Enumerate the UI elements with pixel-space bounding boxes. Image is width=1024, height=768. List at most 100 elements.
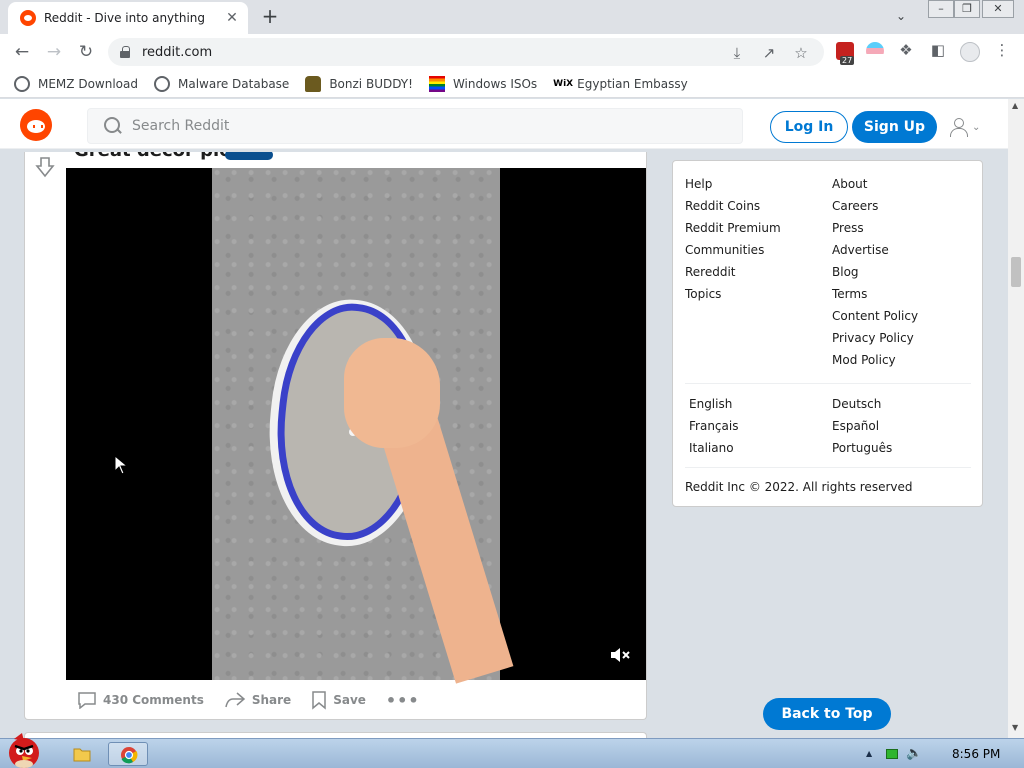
profile-avatar-icon[interactable] — [960, 42, 980, 62]
bookmark-star-icon[interactable]: ☆ — [792, 44, 810, 62]
footer-link-reddit-premium[interactable]: Reddit Premium — [685, 221, 781, 243]
language-link-francais[interactable]: Français — [689, 419, 738, 441]
footer-column-right: About Careers Press Advertise Blog Terms… — [832, 177, 918, 375]
mute-speaker-icon[interactable] — [609, 646, 631, 664]
search-icon — [104, 117, 122, 135]
restore-button[interactable]: ❐ — [954, 0, 980, 18]
forward-arrow-icon[interactable]: → — [42, 40, 66, 64]
extension-badge: 27 — [840, 56, 855, 65]
footer-link-privacy-policy[interactable]: Privacy Policy — [832, 331, 918, 353]
more-options-icon[interactable]: ••• — [386, 691, 420, 710]
footer-link-blog[interactable]: Blog — [832, 265, 918, 287]
comments-button[interactable]: 430 Comments — [77, 691, 204, 709]
bonzi-icon — [305, 75, 322, 92]
post-actions: 430 Comments Share Save ••• — [77, 688, 420, 712]
language-column-right: Deutsch Español Português — [832, 397, 892, 463]
start-button-angry-bird-icon[interactable] — [2, 729, 50, 768]
footer-link-mod-policy[interactable]: Mod Policy — [832, 353, 918, 375]
post-card[interactable]: Great decor piece 430 Comments — [24, 152, 647, 720]
address-bar[interactable]: reddit.com ⤓ ↗ ☆ — [108, 38, 824, 66]
footer-link-content-policy[interactable]: Content Policy — [832, 309, 918, 331]
search-input[interactable]: Search Reddit — [87, 108, 743, 144]
reddit-favicon-icon — [20, 10, 36, 26]
bookmark-item[interactable]: Malware Database — [153, 75, 289, 92]
menu-kebab-icon[interactable]: ⋮ — [992, 41, 1012, 59]
footer-link-communities[interactable]: Communities — [685, 243, 781, 265]
video-frame — [212, 168, 514, 684]
bookmark-item[interactable]: WiX Egyptian Embassy — [553, 76, 688, 92]
footer-link-advertise[interactable]: Advertise — [832, 243, 918, 265]
show-hidden-icons-arrow-icon[interactable]: ▲ — [866, 749, 872, 758]
language-column-left: English Français Italiano — [689, 397, 738, 463]
bookmark-item[interactable]: Windows ISOs — [428, 75, 537, 92]
globe-icon — [14, 75, 30, 92]
taskbar-chrome-button[interactable] — [108, 742, 148, 766]
reload-icon[interactable]: ↻ — [74, 40, 98, 64]
footer-link-rereddit[interactable]: Rereddit — [685, 265, 781, 287]
volume-speaker-icon[interactable]: 🔈 — [906, 746, 922, 761]
install-app-icon[interactable]: ⤓ — [728, 44, 746, 62]
language-link-espanol[interactable]: Español — [832, 419, 892, 441]
signup-button[interactable]: Sign Up — [852, 111, 937, 143]
battery-icon[interactable] — [886, 748, 899, 759]
save-button[interactable]: Save — [311, 690, 366, 710]
share-page-icon[interactable]: ↗ — [760, 44, 778, 62]
system-tray: ▲ 🔈 — [866, 746, 922, 761]
footer-link-topics[interactable]: Topics — [685, 287, 781, 309]
save-label: Save — [333, 693, 366, 707]
back-to-top-button[interactable]: Back to Top — [763, 698, 891, 730]
scroll-up-arrow-icon[interactable]: ▲ — [1012, 101, 1018, 110]
footer-link-terms[interactable]: Terms — [832, 287, 918, 309]
lock-icon[interactable] — [120, 46, 130, 58]
close-window-button[interactable]: ✕ — [982, 0, 1014, 18]
chrome-icon — [121, 747, 138, 764]
share-arrow-icon — [225, 692, 246, 708]
taskbar-explorer-button[interactable] — [62, 742, 102, 766]
post-flair-badge[interactable] — [225, 152, 273, 160]
taskbar-clock[interactable]: 8:56 PM — [952, 747, 1000, 761]
footer-link-about[interactable]: About — [832, 177, 918, 199]
wix-icon: WiX — [553, 78, 574, 89]
downvote-arrow-icon[interactable] — [35, 156, 55, 178]
rainbow-flag-icon — [428, 75, 445, 92]
footer-divider — [685, 383, 971, 384]
language-link-portugues[interactable]: Português — [832, 441, 892, 463]
user-menu-dropdown[interactable]: ⌄ — [948, 115, 988, 139]
back-arrow-icon[interactable]: ← — [10, 40, 34, 64]
bookmark-item[interactable]: MEMZ Download — [14, 75, 138, 92]
comment-bubble-icon — [78, 692, 96, 709]
footer-link-help[interactable]: Help — [685, 177, 781, 199]
tab-search-chevron-icon[interactable]: ⌄ — [896, 9, 906, 23]
footer-link-press[interactable]: Press — [832, 221, 918, 243]
pride-extension-icon[interactable] — [866, 42, 884, 60]
new-tab-button[interactable]: + — [258, 5, 282, 29]
bookmarks-bar: MEMZ Download Malware Database Bonzi BUD… — [0, 70, 1024, 98]
footer-links-card: Help Reddit Coins Reddit Premium Communi… — [672, 160, 983, 507]
bookmark-item[interactable]: Bonzi BUDDY! — [305, 75, 413, 92]
hand — [344, 338, 440, 448]
extensions-puzzle-icon[interactable]: ❖ — [896, 41, 916, 59]
login-button[interactable]: Log In — [770, 111, 848, 143]
scroll-down-arrow-icon[interactable]: ▼ — [1012, 723, 1018, 732]
scroll-thumb[interactable] — [1011, 257, 1021, 287]
footer-column-left: Help Reddit Coins Reddit Premium Communi… — [685, 177, 781, 309]
footer-link-reddit-coins[interactable]: Reddit Coins — [685, 199, 781, 221]
language-link-italiano[interactable]: Italiano — [689, 441, 738, 463]
globe-icon — [153, 75, 170, 92]
bookmark-label: Egyptian Embassy — [577, 76, 688, 91]
windows-taskbar: ▲ 🔈 8:56 PM — [0, 733, 1024, 768]
footer-link-careers[interactable]: Careers — [832, 199, 918, 221]
browser-tab[interactable]: Reddit - Dive into anything ✕ — [8, 2, 248, 34]
language-link-deutsch[interactable]: Deutsch — [832, 397, 892, 419]
copyright-text: Reddit Inc © 2022. All rights reserved — [685, 480, 913, 494]
page-scrollbar[interactable]: ▲ ▼ — [1008, 99, 1024, 739]
share-button[interactable]: Share — [224, 691, 291, 709]
tab-close-icon[interactable]: ✕ — [224, 10, 240, 26]
side-panel-icon[interactable]: ◧ — [928, 41, 948, 59]
mouse-cursor-icon — [114, 455, 128, 475]
reddit-logo-icon[interactable] — [20, 109, 52, 141]
language-link-english[interactable]: English — [689, 397, 738, 419]
video-player[interactable] — [66, 168, 646, 684]
tab-strip: Reddit - Dive into anything ✕ + ⌄ – ❐ ✕ — [0, 0, 1024, 34]
minimize-button[interactable]: – — [928, 0, 954, 18]
